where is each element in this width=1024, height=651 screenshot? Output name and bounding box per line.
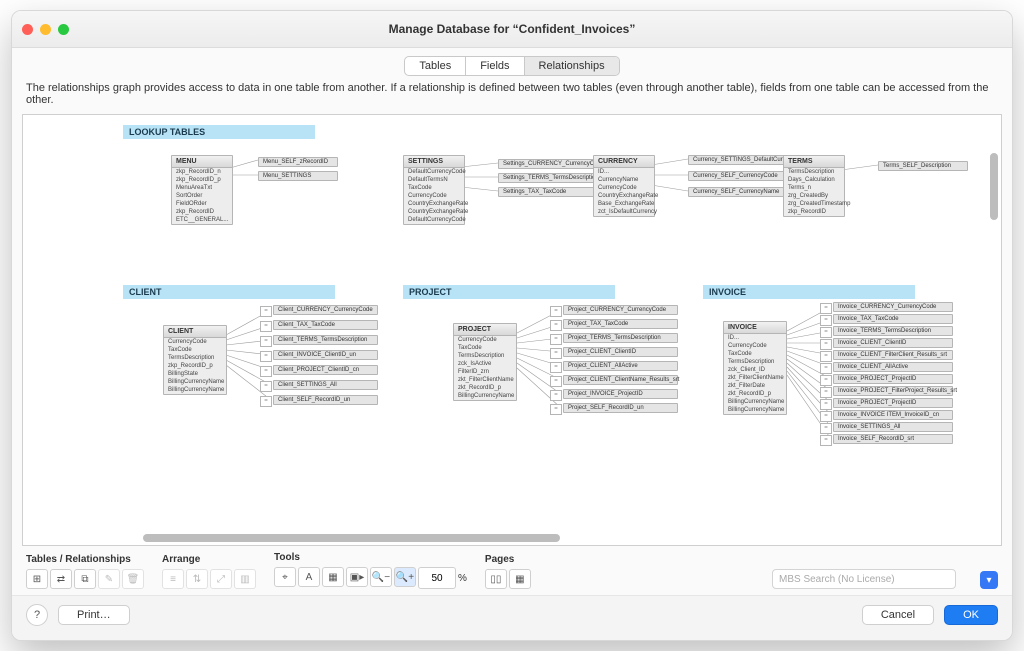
rel-invoice-2[interactable]: Invoice_TERMS_TermsDescription [833,326,953,336]
group-pages: Pages [485,554,531,565]
rel-invoice-11[interactable]: Invoice_SELF_RecordID_srt [833,434,953,444]
relationships-canvas[interactable]: LOOKUP TABLES CLIENT PROJECT INVOICE MEN… [22,114,1002,546]
rel-project-6[interactable]: Project_INVOICE_ProjectID [563,389,678,399]
rel-project-5[interactable]: Project_CLIENT_ClientName_Results_srt [563,375,678,385]
rel-invoice-7[interactable]: Invoice_PROJECT_FilterProject_Results_sr… [833,386,953,396]
table-menu[interactable]: MENU zkp_RecordID_nzkp_RecordID_pMenuAre… [171,155,233,225]
rel-client-6[interactable]: Client_SELF_RecordID_un [273,395,378,405]
rel-client-4[interactable]: Client_PROJECT_ClientID_cn [273,365,378,375]
color-button[interactable]: ▥ [234,569,256,589]
zoom-in-button[interactable]: 🔍+ [394,567,416,587]
help-button[interactable]: ? [26,604,48,626]
rel-invoice-4[interactable]: Invoice_CLIENT_FilterClient_Results_srt [833,350,953,360]
group-tables-relationships: Tables / Relationships [26,554,144,565]
rel-invoice-0[interactable]: Invoice_CURRENCY_CurrencyCode [833,302,953,312]
table-terms[interactable]: TERMS TermsDescriptionDays_CalculationTe… [783,155,845,217]
rel-client-2[interactable]: Client_TERMS_TermsDescription [273,335,378,345]
tab-tables[interactable]: Tables [405,57,466,75]
rel-invoice-1[interactable]: Invoice_TAX_TaxCode [833,314,953,324]
rel-currency-settings[interactable]: Currency_SETTINGS_DefaultCurrency [688,155,793,165]
rel-project-4[interactable]: Project_CLIENT_AllActive [563,361,678,371]
rel-settings-terms[interactable]: Settings_TERMS_TermsDescription [498,173,598,183]
rel-client-0[interactable]: Client_CURRENCY_CurrencyCode [273,305,378,315]
group-tools: Tools [274,552,467,563]
zoom-unit: % [458,573,467,584]
add-relationship-button[interactable]: ⇄ [50,569,72,589]
select-tool-button[interactable]: ⌖ [274,567,296,587]
rel-currency-self-name[interactable]: Currency_SELF_CurrencyName [688,187,793,197]
canvas-horizontal-scrollbar[interactable] [143,533,901,543]
titlebar: Manage Database for “Confident_Invoices” [12,11,1012,48]
rel-project-0[interactable]: Project_CURRENCY_CurrencyCode [563,305,678,315]
rel-project-3[interactable]: Project_CLIENT_ClientID [563,347,678,357]
group-arrange: Arrange [162,554,256,565]
rel-menu-self[interactable]: Menu_SELF_zRecordID [258,157,338,167]
edit-button[interactable]: ✎ [98,569,120,589]
align-left-button[interactable]: ≡ [162,569,184,589]
cancel-button[interactable]: Cancel [862,605,934,625]
rel-project-7[interactable]: Project_SELF_RecordID_un [563,403,678,413]
resize-button[interactable]: ⤢ [210,569,232,589]
description-text: The relationships graph provides access … [12,82,1012,114]
mbs-search-input[interactable]: MBS Search (No License) [772,569,956,589]
rel-settings-tax[interactable]: Settings_TAX_TaxCode [498,187,598,197]
tab-bar: Tables Fields Relationships [12,56,1012,76]
print-button[interactable]: Print… [58,605,130,625]
rel-project-1[interactable]: Project_TAX_TaxCode [563,319,678,329]
table-client[interactable]: CLIENT CurrencyCodeTaxCodeTermsDescripti… [163,325,227,395]
text-tool-button[interactable]: A [298,567,320,587]
table-currency[interactable]: CURRENCY ID...CurrencyNameCurrencyCodeCo… [593,155,655,217]
add-table-button[interactable]: ⊞ [26,569,48,589]
page-setup-button[interactable]: ▦ [509,569,531,589]
section-client: CLIENT [123,285,335,299]
rel-currency-self-code[interactable]: Currency_SELF_CurrencyCode [688,171,793,181]
delete-button[interactable]: 🗑 [122,569,144,589]
section-lookup-tables: LOOKUP TABLES [123,125,315,139]
rel-terms-self[interactable]: Terms_SELF_Description [878,161,968,171]
duplicate-button[interactable]: ⧉ [74,569,96,589]
rel-client-5[interactable]: Client_SETTINGS_All [273,380,378,390]
rel-menu-settings[interactable]: Menu_SETTINGS [258,171,338,181]
rel-invoice-3[interactable]: Invoice_CLIENT_ClientID [833,338,953,348]
zoom-out-button[interactable]: 🔍− [370,567,392,587]
rel-settings-currency[interactable]: Settings_CURRENCY_CurrencyCode [498,159,598,169]
snap-tool-button[interactable]: ▦ [322,567,344,587]
table-settings[interactable]: SETTINGS DefaultCurrencyCodeDefaultTerms… [403,155,465,225]
rel-client-1[interactable]: Client_TAX_TaxCode [273,320,378,330]
zoom-fit-button[interactable]: ▣▸ [346,567,368,587]
rel-invoice-5[interactable]: Invoice_CLIENT_AllActive [833,362,953,372]
canvas-vertical-scrollbar[interactable] [989,153,999,525]
footer: ? Print… Cancel OK [12,595,1012,640]
tab-relationships[interactable]: Relationships [525,57,619,75]
toolbar: Tables / Relationships ⊞ ⇄ ⧉ ✎ 🗑 Arrange… [12,546,1012,595]
manage-database-window: Manage Database for “Confident_Invoices”… [11,10,1013,641]
rel-invoice-9[interactable]: Invoice_INVOICE ITEM_InvoiceID_cn [833,410,953,420]
page-breaks-button[interactable]: ▯▯ [485,569,507,589]
section-invoice: INVOICE [703,285,915,299]
window-title: Manage Database for “Confident_Invoices” [12,22,1012,36]
table-project[interactable]: PROJECT CurrencyCodeTaxCodeTermsDescript… [453,323,517,401]
distribute-button[interactable]: ⇅ [186,569,208,589]
rel-invoice-6[interactable]: Invoice_PROJECT_ProjectID [833,374,953,384]
rel-client-3[interactable]: Client_INVOICE_ClientID_un [273,350,378,360]
tab-fields[interactable]: Fields [466,57,524,75]
rel-invoice-8[interactable]: Invoice_PROJECT_ProjectID [833,398,953,408]
table-invoice[interactable]: INVOICE ID...CurrencyCodeTaxCodeTermsDes… [723,321,787,415]
rel-project-2[interactable]: Project_TERMS_TermsDescription [563,333,678,343]
mbs-dropdown-button[interactable]: ▾ [980,571,998,589]
section-project: PROJECT [403,285,615,299]
ok-button[interactable]: OK [944,605,998,625]
rel-invoice-10[interactable]: Invoice_SETTINGS_All [833,422,953,432]
zoom-input[interactable] [418,567,456,589]
